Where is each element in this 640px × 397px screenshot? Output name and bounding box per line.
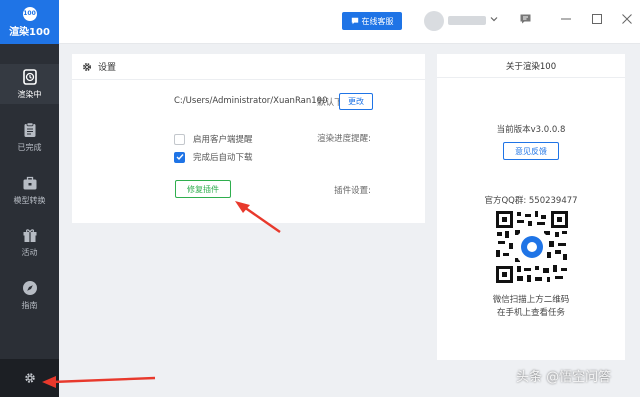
watermark: 头条 @悟空问答 <box>516 370 612 385</box>
arrow-head-repair-plugin <box>235 201 250 213</box>
arrow-to-settings <box>51 376 156 384</box>
arrow-to-repair-plugin <box>243 206 281 233</box>
arrow-head-settings <box>42 376 56 388</box>
annotation-arrows <box>42 201 281 388</box>
